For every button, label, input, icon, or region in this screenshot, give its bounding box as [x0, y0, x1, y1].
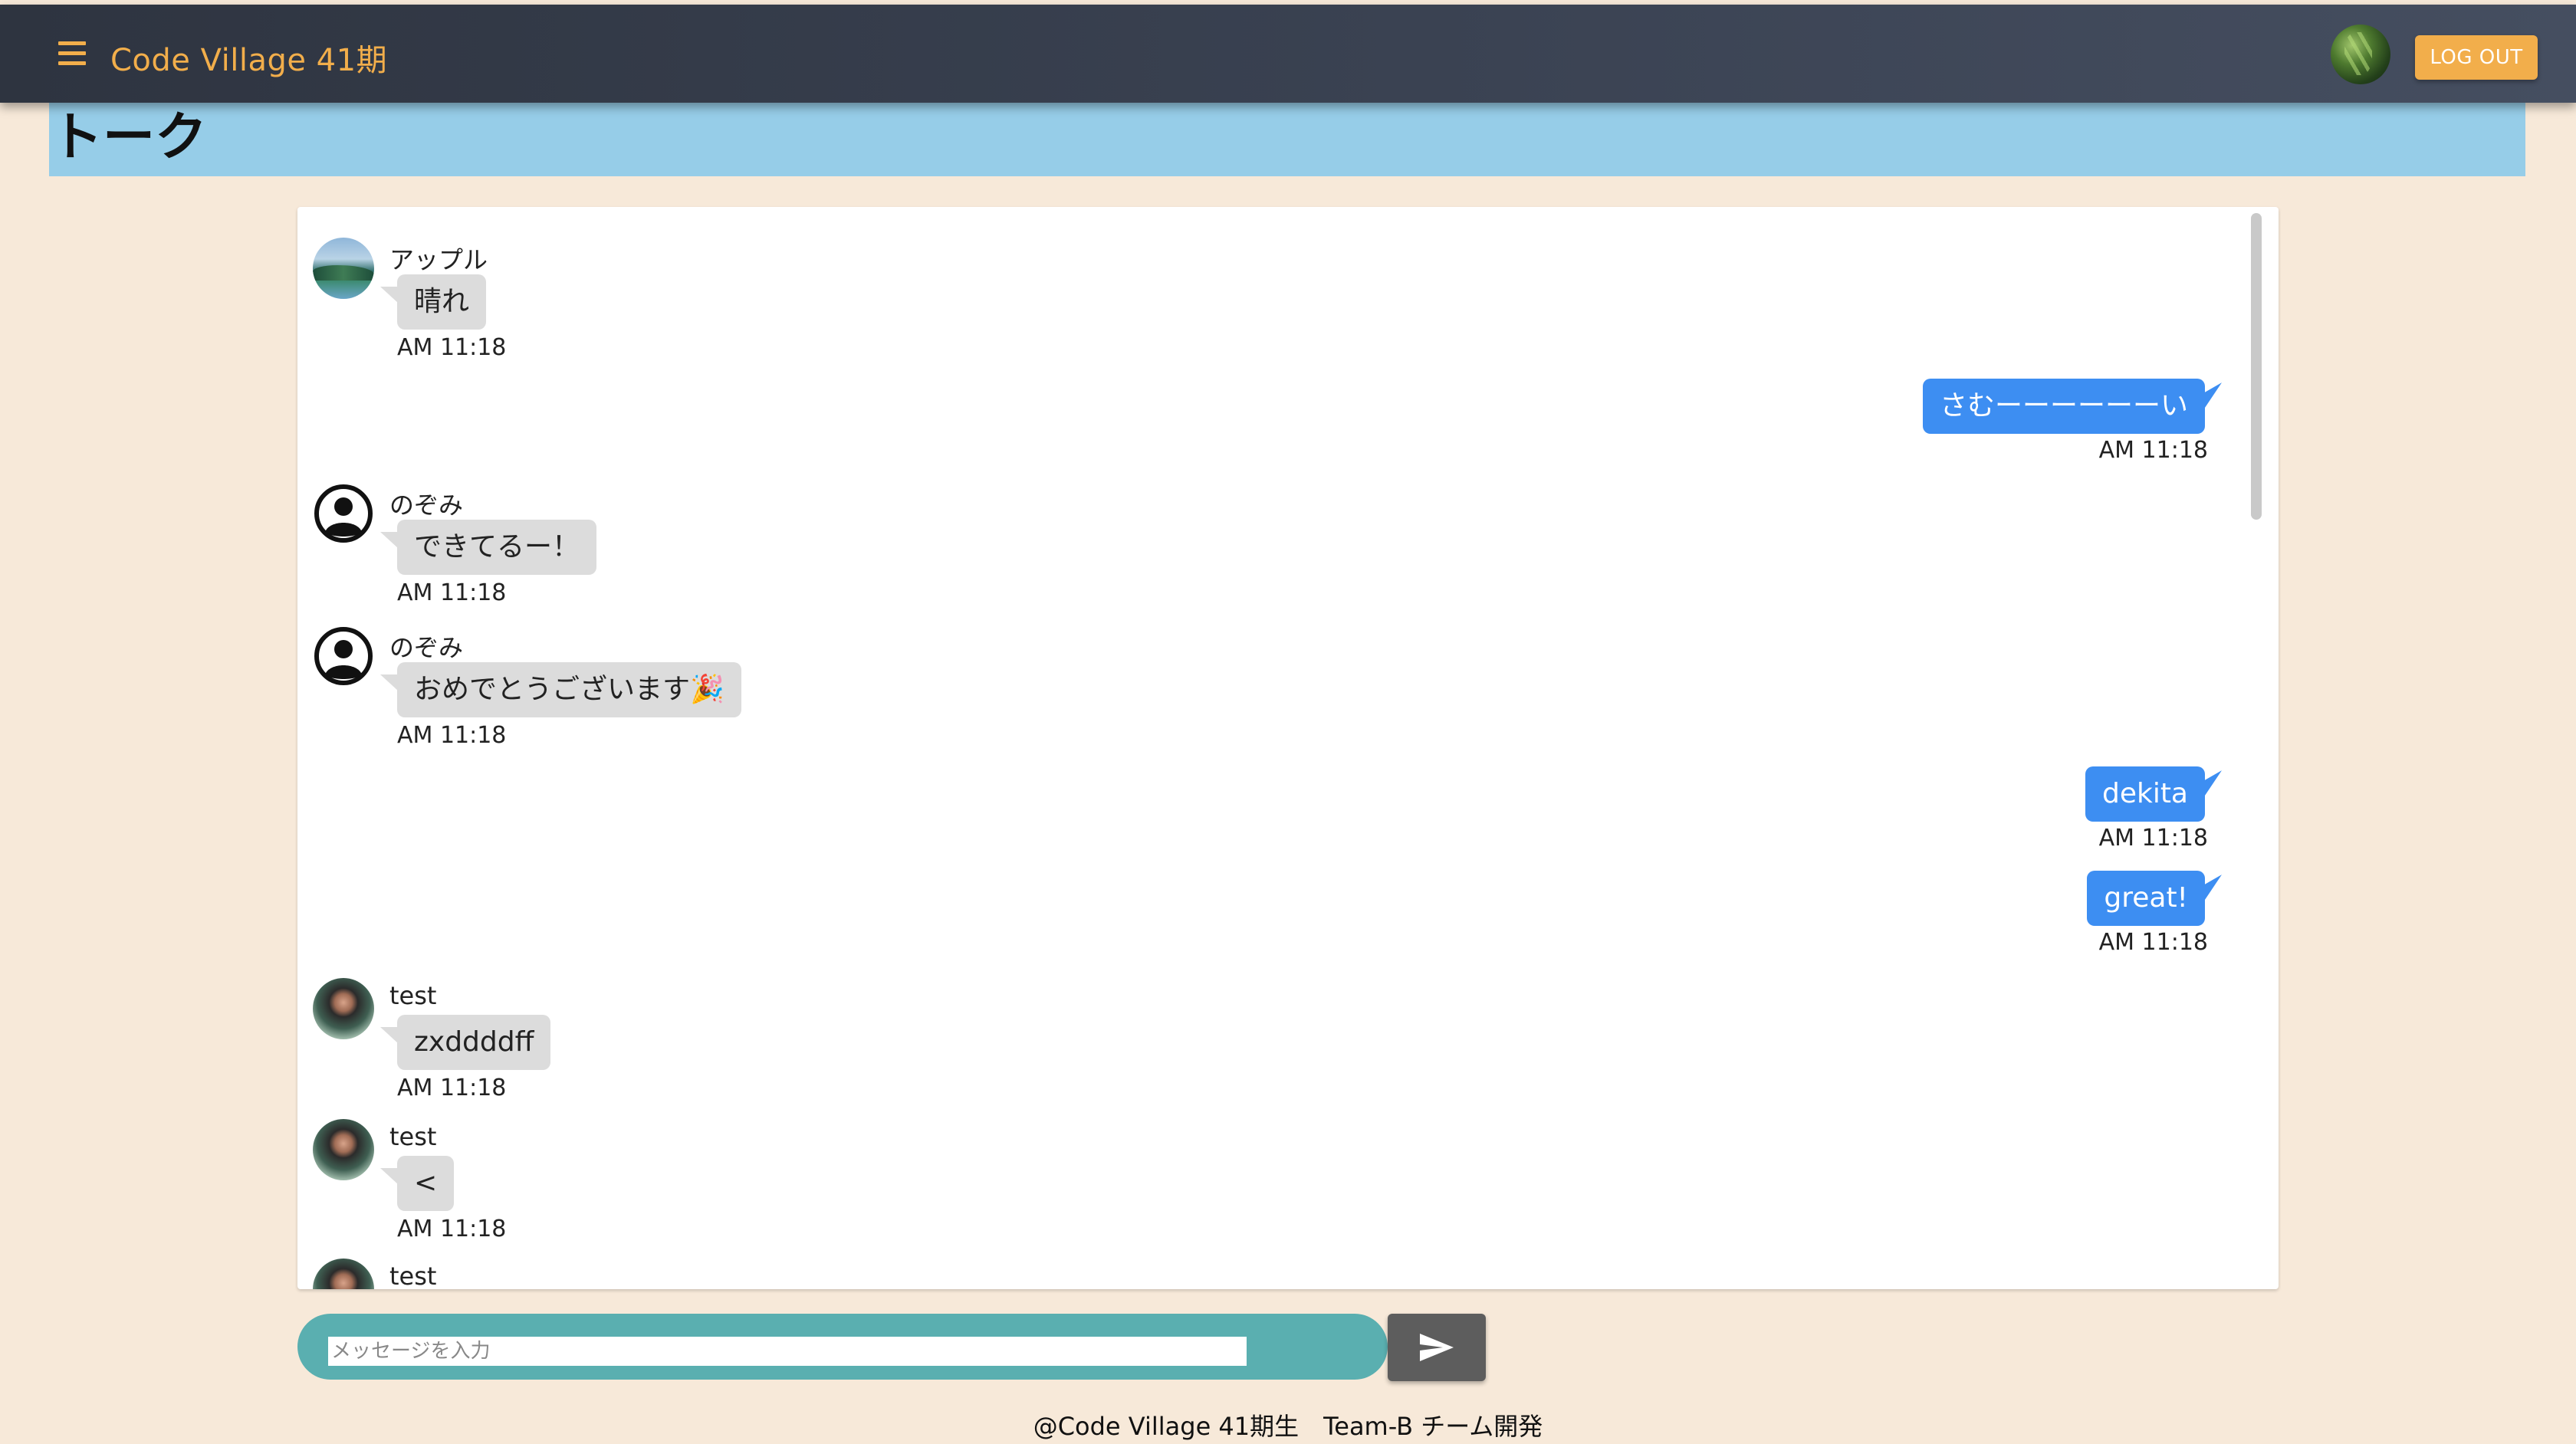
sender-name: test: [389, 1262, 437, 1289]
hamburger-menu-icon[interactable]: [55, 38, 90, 69]
message-composer: [297, 1314, 1388, 1380]
sender-name: test: [389, 981, 437, 1010]
message-outgoing: dekita AM 11:18: [297, 766, 2279, 858]
message-time: AM 11:18: [397, 1216, 507, 1242]
footer-credit: @Code Village 41期生 Team-B チーム開発: [1033, 1412, 1543, 1441]
page-title: トーク: [51, 107, 208, 168]
message-outgoing: さむーーーーーーい AM 11:18: [297, 379, 2279, 471]
logout-button[interactable]: LOG OUT: [2415, 35, 2538, 80]
default-user-icon[interactable]: [313, 483, 374, 544]
message-bubble: <: [380, 1156, 455, 1211]
scrollbar-thumb[interactable]: [2251, 213, 2262, 520]
message-bubble: great!: [2087, 871, 2205, 926]
message-bubble: 晴れ: [380, 274, 487, 330]
sender-avatar[interactable]: [313, 1259, 374, 1289]
message-time: AM 11:18: [397, 1075, 507, 1101]
message-input[interactable]: [328, 1337, 1247, 1366]
chat-scrollbar[interactable]: [2248, 210, 2265, 1280]
message-bubble: さむーーーーーーい: [1922, 379, 2205, 434]
sender-avatar[interactable]: [313, 238, 374, 299]
message-time: AM 11:18: [2098, 929, 2208, 956]
page-header: トーク: [49, 103, 2525, 176]
app-title[interactable]: Code Village 41期: [110, 35, 387, 80]
message-outgoing: great! AM 11:18: [297, 871, 2279, 963]
chat-panel[interactable]: アップル 晴れ AM 11:18 さむーーーーーーい AM 11:18 のぞみ …: [297, 207, 2279, 1289]
message-time: AM 11:18: [2098, 437, 2208, 464]
message-bubble: おめでとうございます🎉: [380, 662, 741, 717]
message-bubble: dekita: [2085, 766, 2205, 822]
sender-name: のぞみ: [389, 491, 464, 520]
sender-name: のぞみ: [389, 633, 464, 662]
sender-avatar[interactable]: [313, 978, 374, 1039]
message-time: AM 11:18: [397, 722, 507, 749]
message-bubble: zxddddff: [380, 1015, 551, 1070]
send-icon: [1420, 1334, 1454, 1361]
message-time: AM 11:18: [397, 334, 507, 361]
sender-name: test: [389, 1122, 437, 1151]
message-time: AM 11:18: [2098, 825, 2208, 852]
sender-name: アップル: [389, 245, 488, 274]
sender-avatar[interactable]: [313, 1119, 374, 1180]
message-bubble: できてるー！: [380, 520, 597, 575]
message-time: AM 11:18: [397, 579, 507, 606]
current-user-avatar[interactable]: [2331, 25, 2390, 84]
default-user-icon[interactable]: [313, 625, 374, 687]
app-bar: Code Village 41期 LOG OUT: [0, 5, 2576, 103]
send-button[interactable]: [1388, 1314, 1486, 1381]
